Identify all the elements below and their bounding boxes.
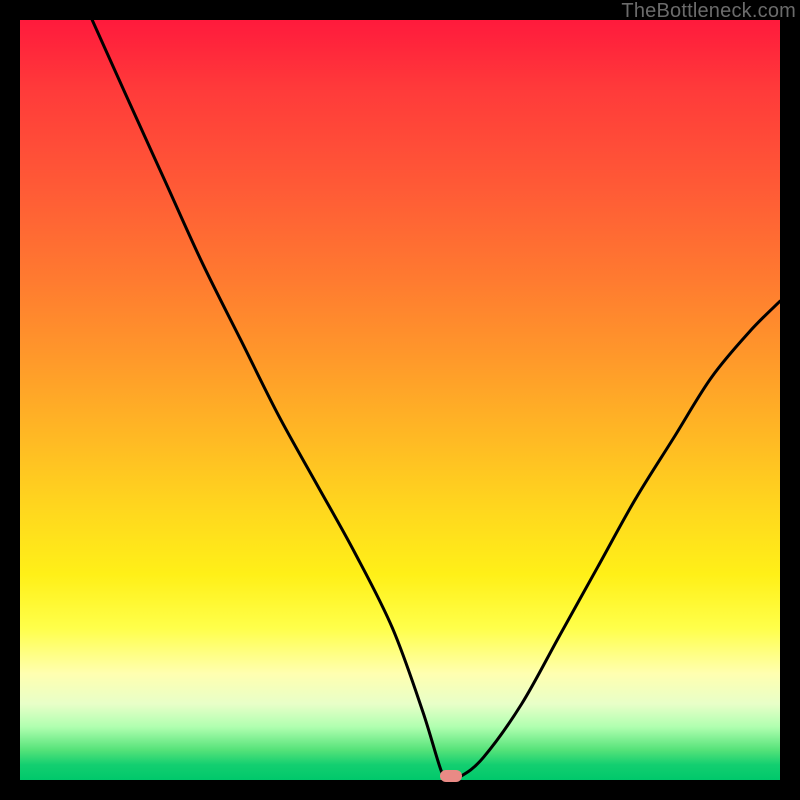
curve-svg — [20, 20, 780, 780]
valley-marker — [440, 770, 462, 782]
chart-frame: TheBottleneck.com — [0, 0, 800, 800]
plot-area — [20, 20, 780, 780]
bottleneck-curve-path — [92, 20, 780, 778]
